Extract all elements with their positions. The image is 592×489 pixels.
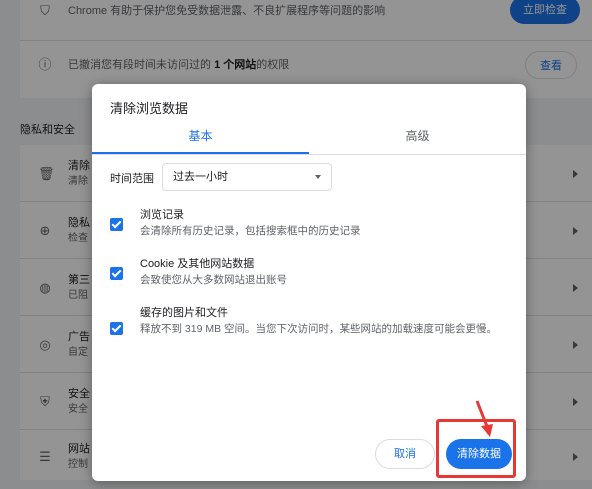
tab-basic[interactable]: 基本 <box>92 128 309 154</box>
pointer-arrow-icon <box>475 400 493 437</box>
cookies-checkbox[interactable] <box>110 267 123 280</box>
option-description: 会清除所有历史记录，包括搜索框中的历史记录 <box>140 225 361 237</box>
cached-images-checkbox[interactable] <box>110 322 123 335</box>
cancel-button[interactable]: 取消 <box>375 439 435 469</box>
option-description: 释放不到 319 MB 空间。当您下次访问时，某些网站的加载速度可能会更慢。 <box>140 323 498 335</box>
time-range-select[interactable]: 过去一小时 <box>162 163 332 191</box>
time-range-value: 过去一小时 <box>173 171 228 183</box>
time-range-label: 时间范围 <box>110 173 154 185</box>
dialog-title: 清除浏览数据 <box>110 101 189 116</box>
caret-down-icon <box>315 175 321 179</box>
option-title: 浏览记录 <box>140 209 184 221</box>
option-title: Cookie 及其他网站数据 <box>140 258 255 270</box>
tab-advanced[interactable]: 高级 <box>309 128 526 154</box>
option-title: 缓存的图片和文件 <box>140 307 228 319</box>
option-description: 会致使您从大多数网站退出账号 <box>140 274 287 286</box>
browsing-history-checkbox[interactable] <box>110 218 123 231</box>
tab-divider <box>92 154 526 155</box>
